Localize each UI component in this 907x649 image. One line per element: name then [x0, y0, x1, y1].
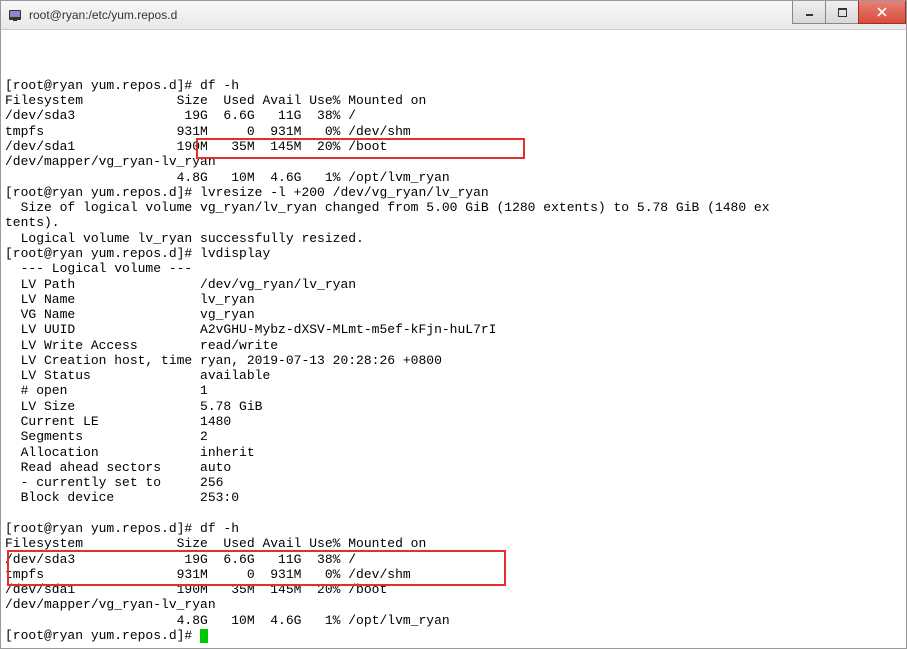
terminal-line: Logical volume lv_ryan successfully resi…: [5, 231, 902, 246]
app-icon: [7, 7, 23, 23]
window-title: root@ryan:/etc/yum.repos.d: [29, 8, 793, 22]
terminal-line: [root@ryan yum.repos.d]#: [5, 628, 902, 643]
terminal-line: /dev/sda1 190M 35M 145M 20% /boot: [5, 582, 902, 597]
terminal-line: [root@ryan yum.repos.d]# df -h: [5, 521, 902, 536]
terminal-line: 4.8G 10M 4.6G 1% /opt/lvm_ryan: [5, 170, 902, 185]
terminal-line: tmpfs 931M 0 931M 0% /dev/shm: [5, 567, 902, 582]
minimize-button[interactable]: [792, 1, 826, 24]
terminal-line: LV Path /dev/vg_ryan/lv_ryan: [5, 277, 902, 292]
terminal-line: /dev/mapper/vg_ryan-lv_ryan: [5, 597, 902, 612]
terminal-line: - currently set to 256: [5, 475, 902, 490]
terminal-output[interactable]: [root@ryan yum.repos.d]# df -hFilesystem…: [1, 30, 906, 648]
terminal-line: /dev/sda3 19G 6.6G 11G 38% /: [5, 552, 902, 567]
terminal-line: Block device 253:0: [5, 490, 902, 505]
terminal-line: [root@ryan yum.repos.d]# lvresize -l +20…: [5, 185, 902, 200]
terminal-line: [root@ryan yum.repos.d]# lvdisplay: [5, 246, 902, 261]
terminal-line: /dev/sda1 190M 35M 145M 20% /boot: [5, 139, 902, 154]
terminal-line: LV Status available: [5, 368, 902, 383]
terminal-line: Allocation inherit: [5, 445, 902, 460]
terminal-line: tents).: [5, 215, 902, 230]
terminal-line: LV Name lv_ryan: [5, 292, 902, 307]
terminal-line: 4.8G 10M 4.6G 1% /opt/lvm_ryan: [5, 613, 902, 628]
terminal-line: [5, 506, 902, 521]
terminal-line: LV UUID A2vGHU-Mybz-dXSV-MLmt-m5ef-kFjn-…: [5, 322, 902, 337]
terminal-line: --- Logical volume ---: [5, 261, 902, 276]
maximize-button[interactable]: [825, 1, 859, 24]
window-controls: [793, 1, 906, 29]
close-button[interactable]: [858, 1, 906, 24]
terminal-line: Filesystem Size Used Avail Use% Mounted …: [5, 536, 902, 551]
cursor: [200, 629, 208, 643]
terminal-line: /dev/mapper/vg_ryan-lv_ryan: [5, 154, 902, 169]
terminal-line: /dev/sda3 19G 6.6G 11G 38% /: [5, 108, 902, 123]
terminal-line: tmpfs 931M 0 931M 0% /dev/shm: [5, 124, 902, 139]
terminal-line: Read ahead sectors auto: [5, 460, 902, 475]
terminal-line: Filesystem Size Used Avail Use% Mounted …: [5, 93, 902, 108]
terminal-line: LV Write Access read/write: [5, 338, 902, 353]
titlebar[interactable]: root@ryan:/etc/yum.repos.d: [1, 1, 906, 30]
terminal-window: root@ryan:/etc/yum.repos.d [root@ryan yu…: [0, 0, 907, 649]
terminal-line: Size of logical volume vg_ryan/lv_ryan c…: [5, 200, 902, 215]
terminal-line: Segments 2: [5, 429, 902, 444]
terminal-line: # open 1: [5, 383, 902, 398]
terminal-line: LV Creation host, time ryan, 2019-07-13 …: [5, 353, 902, 368]
terminal-line: VG Name vg_ryan: [5, 307, 902, 322]
terminal-line: [root@ryan yum.repos.d]# df -h: [5, 78, 902, 93]
terminal-line: Current LE 1480: [5, 414, 902, 429]
terminal-line: LV Size 5.78 GiB: [5, 399, 902, 414]
